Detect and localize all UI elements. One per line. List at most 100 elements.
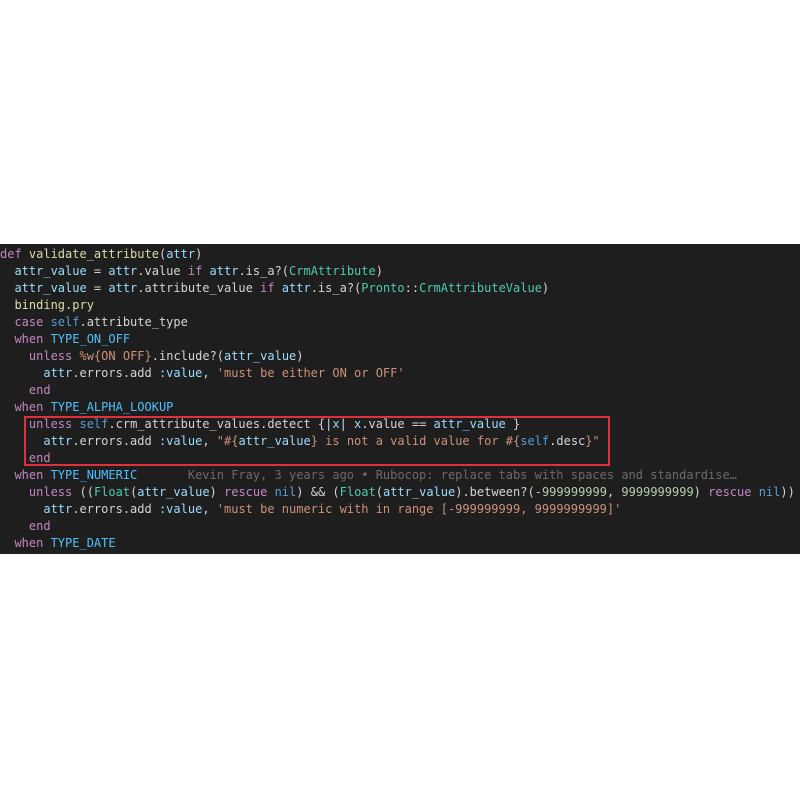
code-token: "#{: [216, 434, 239, 448]
code-token: validate_attribute: [28, 247, 159, 261]
code-token: -999999999: [534, 485, 607, 499]
code-token: unless: [0, 485, 80, 499]
code-token: nil: [758, 485, 781, 499]
code-line[interactable]: when TYPE_DATE: [0, 535, 800, 552]
code-token: attr: [0, 502, 73, 516]
code-token: attr_value: [188, 553, 260, 554]
code-token: Float: [93, 485, 131, 499]
code-token: ,: [260, 553, 274, 554]
code-token: #{: [505, 434, 521, 448]
code-token: if: [260, 281, 282, 295]
code-token: ): [541, 281, 550, 295]
code-token: .errors.add: [72, 502, 159, 516]
code-token: def: [0, 247, 29, 261]
code-token: attr_value: [224, 349, 297, 363]
code-token: unless: [0, 553, 79, 554]
code-token: }": [585, 434, 600, 448]
code-token: ,: [606, 485, 622, 499]
code-token: ) && (: [296, 485, 340, 499]
code-token: ): [347, 553, 361, 554]
code-token: attr: [166, 247, 196, 261]
code-token: attr: [108, 264, 138, 278]
code-token: }: [144, 349, 152, 363]
code-token: attr_value: [0, 264, 94, 278]
code-token: ,: [202, 502, 217, 516]
code-token: Date: [87, 553, 116, 554]
code-line[interactable]: unless ((Float(attr_value) rescue nil) &…: [0, 484, 800, 501]
code-token: }: [310, 434, 318, 448]
code-token: when: [0, 400, 51, 414]
code-token: .value: [137, 264, 188, 278]
code-token: )): [780, 485, 795, 499]
code-token: ((: [79, 485, 94, 499]
code-token: ,: [202, 366, 217, 380]
code-token: case: [0, 315, 51, 329]
code-token: attr_value: [433, 417, 506, 431]
code-line[interactable]: case self.attribute_type: [0, 314, 800, 331]
code-token: .errors.add: [72, 366, 159, 380]
code-token: unless: [0, 417, 80, 431]
code-token: CrmAttribute: [289, 264, 376, 278]
code-token: Pronto: [361, 281, 405, 295]
code-token: CrmAttributeValue: [419, 281, 542, 295]
code-token: .strptime(: [116, 553, 188, 554]
code-line[interactable]: end: [0, 450, 800, 467]
code-token: ): [434, 553, 441, 554]
code-token: .errors.add: [72, 434, 159, 448]
code-token: nil: [412, 553, 434, 554]
code-line[interactable]: binding.pry: [0, 297, 800, 314]
code-line[interactable]: when TYPE_ON_OFF: [0, 331, 800, 348]
code-editor[interactable]: def validate_attribute(attr) attr_value …: [0, 244, 800, 554]
code-token: .is_a?(: [310, 281, 362, 295]
code-token: x: [332, 417, 340, 431]
code-token: self: [520, 434, 550, 448]
code-line[interactable]: unless (Date.strptime(attr_value, '%d/%m…: [0, 552, 800, 554]
code-token: .attribute_value: [137, 281, 261, 295]
code-token: if: [187, 264, 210, 278]
code-line[interactable]: unless %w{ON OFF}.include?(attr_value): [0, 348, 800, 365]
code-line[interactable]: attr.errors.add :value, "#{attr_value} i…: [0, 433, 800, 450]
code-token: ): [296, 349, 304, 363]
code-line[interactable]: unless self.crm_attribute_values.detect …: [0, 416, 800, 433]
code-token: 'must be numeric with in range [-9999999…: [216, 502, 622, 516]
code-token: end: [0, 519, 51, 533]
code-token: attr: [0, 366, 73, 380]
code-line[interactable]: when TYPE_ALPHA_LOOKUP: [0, 399, 800, 416]
code-line[interactable]: attr.errors.add :value, 'must be numeric…: [0, 501, 800, 518]
code-token: .is_a?(: [238, 264, 290, 278]
code-token: (: [375, 485, 383, 499]
code-line[interactable]: attr.errors.add :value, 'must be either …: [0, 365, 800, 382]
code-token: 'must be either ON or OFF': [216, 366, 405, 380]
code-token: nil: [274, 485, 297, 499]
code-token: TYPE_DATE: [50, 536, 116, 550]
code-line[interactable]: end: [0, 382, 800, 399]
code-token: |: [339, 417, 355, 431]
code-token: attr_value: [137, 485, 210, 499]
code-token: %w{: [79, 349, 102, 363]
code-token: .value ==: [361, 417, 434, 431]
code-line[interactable]: def validate_attribute(attr): [0, 246, 800, 263]
code-token: when: [0, 536, 51, 550]
code-token: ,: [202, 434, 217, 448]
code-token: .attribute_type: [79, 315, 188, 329]
code-token: ::: [404, 281, 420, 295]
code-token: :value: [158, 366, 203, 380]
code-token: unless: [0, 349, 80, 363]
code-token: self: [79, 417, 109, 431]
code-token: ON OFF: [101, 349, 145, 363]
code-token: .include?(: [151, 349, 225, 363]
code-token: .crm_attribute_values.detect {|: [108, 417, 333, 431]
code-line[interactable]: attr_value = attr.value if attr.is_a?(Cr…: [0, 263, 800, 280]
code-token: ): [375, 264, 383, 278]
code-token: when: [0, 468, 51, 482]
code-token: ).between?(: [455, 485, 535, 499]
code-token: end: [0, 383, 51, 397]
code-token: attr: [209, 264, 239, 278]
code-line[interactable]: end: [0, 518, 800, 535]
code-token: Float: [339, 485, 376, 499]
code-token: binding.pry: [0, 298, 94, 312]
code-line[interactable]: attr_value = attr.attribute_value if att…: [0, 280, 800, 297]
code-area[interactable]: def validate_attribute(attr) attr_value …: [0, 244, 800, 554]
code-token: :value: [158, 502, 203, 516]
code-line[interactable]: when TYPE_NUMERIC Kevin Fray, 3 years ag…: [0, 467, 800, 484]
